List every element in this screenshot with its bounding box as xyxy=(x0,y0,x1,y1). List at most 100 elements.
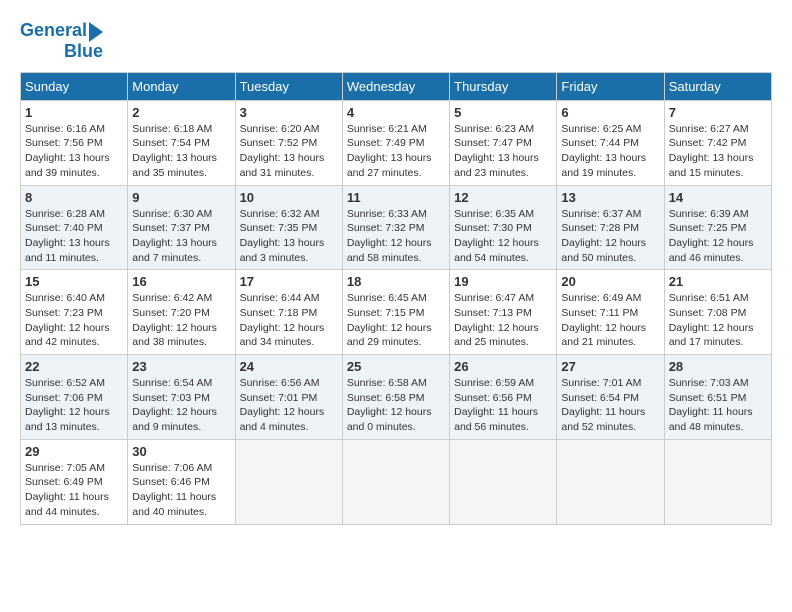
calendar-cell: 9 Sunrise: 6:30 AM Sunset: 7:37 PM Daylig… xyxy=(128,185,235,270)
day-number: 23 xyxy=(132,359,230,374)
calendar-cell: 26Sunrise: 6:59 AM Sunset: 6:56 PM Dayli… xyxy=(450,355,557,440)
calendar-cell: 23 Sunrise: 6:54 AM Sunset: 7:03 PM Dayli… xyxy=(128,355,235,440)
calendar-cell: 18Sunrise: 6:45 AM Sunset: 7:15 PM Dayli… xyxy=(342,270,449,355)
calendar-cell: 21Sunrise: 6:51 AM Sunset: 7:08 PM Dayli… xyxy=(664,270,771,355)
calendar-cell: 5 Sunrise: 6:23 AM Sunset: 7:47 PM Daylig… xyxy=(450,100,557,185)
day-number: 19 xyxy=(454,274,552,289)
calendar-cell: 15 Sunrise: 6:40 AM Sunset: 7:23 PM Dayli… xyxy=(21,270,128,355)
calendar-cell: 14 Sunrise: 6:39 AM Sunset: 7:25 PM Dayli… xyxy=(664,185,771,270)
day-number: 20 xyxy=(561,274,659,289)
calendar-cell: 17 Sunrise: 6:44 AM Sunset: 7:18 PM Dayli… xyxy=(235,270,342,355)
calendar-cell: 28 Sunrise: 7:03 AM Sunset: 6:51 PM Dayli… xyxy=(664,355,771,440)
day-number: 15 xyxy=(25,274,123,289)
day-info: Sunrise: 6:58 AM Sunset: 6:58 PM Dayligh… xyxy=(347,376,445,435)
day-info: Sunrise: 6:56 AM Sunset: 7:01 PM Dayligh… xyxy=(240,376,338,435)
calendar-cell: 25 Sunrise: 6:58 AM Sunset: 6:58 PM Dayli… xyxy=(342,355,449,440)
day-number: 28 xyxy=(669,359,767,374)
calendar-cell: 13Sunrise: 6:37 AM Sunset: 7:28 PM Dayli… xyxy=(557,185,664,270)
weekday-header: Tuesday xyxy=(235,72,342,100)
day-info: Sunrise: 6:47 AM Sunset: 7:13 PM Dayligh… xyxy=(454,291,552,350)
weekday-header: Wednesday xyxy=(342,72,449,100)
day-number: 3 xyxy=(240,105,338,120)
calendar-cell: 29 Sunrise: 7:05 AM Sunset: 6:49 PM Dayli… xyxy=(21,439,128,524)
weekday-header: Saturday xyxy=(664,72,771,100)
calendar-cell: 22 Sunrise: 6:52 AM Sunset: 7:06 PM Dayli… xyxy=(21,355,128,440)
day-info: Sunrise: 6:32 AM Sunset: 7:35 PM Dayligh… xyxy=(240,207,338,266)
day-info: Sunrise: 6:30 AM Sunset: 7:37 PM Dayligh… xyxy=(132,207,230,266)
day-number: 11 xyxy=(347,190,445,205)
day-number: 29 xyxy=(25,444,123,459)
calendar-cell: 8Sunrise: 6:28 AM Sunset: 7:40 PM Daylig… xyxy=(21,185,128,270)
weekday-header: Friday xyxy=(557,72,664,100)
calendar-cell: 4 Sunrise: 6:21 AM Sunset: 7:49 PM Daylig… xyxy=(342,100,449,185)
day-number: 21 xyxy=(669,274,767,289)
day-info: Sunrise: 6:44 AM Sunset: 7:18 PM Dayligh… xyxy=(240,291,338,350)
day-number: 17 xyxy=(240,274,338,289)
calendar-cell: 3 Sunrise: 6:20 AM Sunset: 7:52 PM Daylig… xyxy=(235,100,342,185)
weekday-header: Sunday xyxy=(21,72,128,100)
calendar-cell xyxy=(235,439,342,524)
day-number: 10 xyxy=(240,190,338,205)
day-info: Sunrise: 6:23 AM Sunset: 7:47 PM Dayligh… xyxy=(454,122,552,181)
calendar-week-row: 15 Sunrise: 6:40 AM Sunset: 7:23 PM Dayli… xyxy=(21,270,772,355)
calendar-cell xyxy=(450,439,557,524)
day-number: 6 xyxy=(561,105,659,120)
calendar-cell: 12 Sunrise: 6:35 AM Sunset: 7:30 PM Dayli… xyxy=(450,185,557,270)
day-number: 14 xyxy=(669,190,767,205)
day-info: Sunrise: 6:25 AM Sunset: 7:44 PM Dayligh… xyxy=(561,122,659,181)
calendar-cell xyxy=(664,439,771,524)
day-info: Sunrise: 6:52 AM Sunset: 7:06 PM Dayligh… xyxy=(25,376,123,435)
day-number: 7 xyxy=(669,105,767,120)
day-number: 27 xyxy=(561,359,659,374)
day-number: 24 xyxy=(240,359,338,374)
day-info: Sunrise: 6:16 AM Sunset: 7:56 PM Dayligh… xyxy=(25,122,123,181)
calendar-cell: 16 Sunrise: 6:42 AM Sunset: 7:20 PM Dayli… xyxy=(128,270,235,355)
calendar-week-row: 1 Sunrise: 6:16 AM Sunset: 7:56 PM Daylig… xyxy=(21,100,772,185)
day-info: Sunrise: 6:21 AM Sunset: 7:49 PM Dayligh… xyxy=(347,122,445,181)
calendar-cell: 10 Sunrise: 6:32 AM Sunset: 7:35 PM Dayli… xyxy=(235,185,342,270)
calendar-cell: 1 Sunrise: 6:16 AM Sunset: 7:56 PM Daylig… xyxy=(21,100,128,185)
logo: General Blue xyxy=(20,20,103,62)
day-info: Sunrise: 6:40 AM Sunset: 7:23 PM Dayligh… xyxy=(25,291,123,350)
calendar-cell: 6 Sunrise: 6:25 AM Sunset: 7:44 PM Daylig… xyxy=(557,100,664,185)
day-info: Sunrise: 6:18 AM Sunset: 7:54 PM Dayligh… xyxy=(132,122,230,181)
day-info: Sunrise: 6:45 AM Sunset: 7:15 PM Dayligh… xyxy=(347,291,445,350)
day-number: 2 xyxy=(132,105,230,120)
day-number: 8 xyxy=(25,190,123,205)
logo-subtext: Blue xyxy=(64,42,103,62)
day-info: Sunrise: 6:20 AM Sunset: 7:52 PM Dayligh… xyxy=(240,122,338,181)
calendar-cell: 24 Sunrise: 6:56 AM Sunset: 7:01 PM Dayli… xyxy=(235,355,342,440)
day-number: 4 xyxy=(347,105,445,120)
day-number: 9 xyxy=(132,190,230,205)
day-number: 30 xyxy=(132,444,230,459)
day-info: Sunrise: 6:35 AM Sunset: 7:30 PM Dayligh… xyxy=(454,207,552,266)
weekday-header: Monday xyxy=(128,72,235,100)
calendar-cell xyxy=(557,439,664,524)
calendar-cell: 30 Sunrise: 7:06 AM Sunset: 6:46 PM Dayli… xyxy=(128,439,235,524)
day-info: Sunrise: 6:42 AM Sunset: 7:20 PM Dayligh… xyxy=(132,291,230,350)
logo-arrow-icon xyxy=(89,22,103,42)
day-info: Sunrise: 6:33 AM Sunset: 7:32 PM Dayligh… xyxy=(347,207,445,266)
day-number: 5 xyxy=(454,105,552,120)
calendar-cell: 19 Sunrise: 6:47 AM Sunset: 7:13 PM Dayli… xyxy=(450,270,557,355)
day-number: 16 xyxy=(132,274,230,289)
day-info: Sunrise: 6:39 AM Sunset: 7:25 PM Dayligh… xyxy=(669,207,767,266)
calendar-cell: 7Sunrise: 6:27 AM Sunset: 7:42 PM Daylig… xyxy=(664,100,771,185)
calendar-cell: 2 Sunrise: 6:18 AM Sunset: 7:54 PM Daylig… xyxy=(128,100,235,185)
calendar-cell: 27 Sunrise: 7:01 AM Sunset: 6:54 PM Dayli… xyxy=(557,355,664,440)
day-info: Sunrise: 7:06 AM Sunset: 6:46 PM Dayligh… xyxy=(132,461,230,520)
day-number: 12 xyxy=(454,190,552,205)
day-info: Sunrise: 6:54 AM Sunset: 7:03 PM Dayligh… xyxy=(132,376,230,435)
weekday-header-row: SundayMondayTuesdayWednesdayThursdayFrid… xyxy=(21,72,772,100)
day-number: 13 xyxy=(561,190,659,205)
day-info: Sunrise: 7:05 AM Sunset: 6:49 PM Dayligh… xyxy=(25,461,123,520)
day-info: Sunrise: 7:03 AM Sunset: 6:51 PM Dayligh… xyxy=(669,376,767,435)
day-info: Sunrise: 7:01 AM Sunset: 6:54 PM Dayligh… xyxy=(561,376,659,435)
day-number: 22 xyxy=(25,359,123,374)
day-info: Sunrise: 6:49 AM Sunset: 7:11 PM Dayligh… xyxy=(561,291,659,350)
day-number: 1 xyxy=(25,105,123,120)
calendar-table: SundayMondayTuesdayWednesdayThursdayFrid… xyxy=(20,72,772,525)
weekday-header: Thursday xyxy=(450,72,557,100)
calendar-week-row: 8Sunrise: 6:28 AM Sunset: 7:40 PM Daylig… xyxy=(21,185,772,270)
day-number: 25 xyxy=(347,359,445,374)
